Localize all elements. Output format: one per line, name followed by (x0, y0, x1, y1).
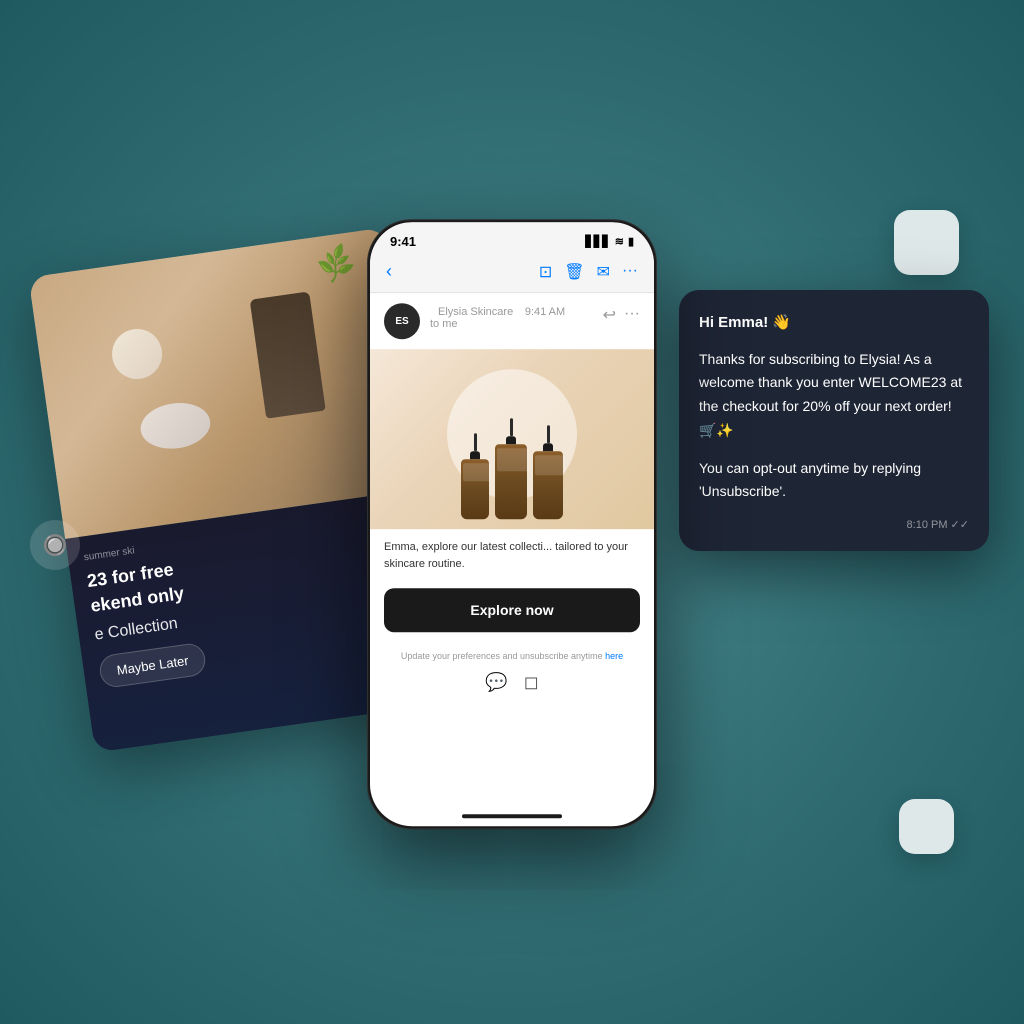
reply-icons: ↩ ··· (603, 305, 640, 325)
phone-mockup: 9:41 ▋▋▋ ≋ ▮ ‹ ⊡ 🗑 ✉ ··· (367, 219, 657, 829)
signal-icon: ▋▋▋ (585, 235, 610, 248)
status-icons: ▋▋▋ ≋ ▮ (585, 235, 634, 248)
sender-to: to me (430, 318, 593, 330)
instagram-icon[interactable]: ◻ (524, 672, 539, 693)
email-hero-image (370, 349, 654, 529)
sender-initials: ES (395, 316, 408, 327)
more-options-icon[interactable]: ··· (624, 305, 640, 325)
archive-icon[interactable]: ⊡ (539, 262, 552, 282)
wifi-icon: ≋ (615, 235, 624, 248)
status-time: 9:41 (390, 234, 416, 249)
mail-icon[interactable]: ✉ (597, 262, 610, 282)
email-footer: Update your preferences and unsubscribe … (370, 642, 654, 699)
sender-avatar: ES (384, 303, 420, 339)
bottle-body-3 (533, 451, 563, 519)
message-greeting: Hi Emma! 👋 (699, 310, 969, 336)
bottle-2 (495, 418, 527, 519)
message-timestamp: 8:10 PM ✓✓ (699, 518, 969, 531)
bottle-body-2 (495, 444, 527, 519)
bottle-1 (461, 433, 489, 519)
email-sender-row: ES Elysia Skincare 9:41 AM to me ↩ ··· (370, 293, 654, 349)
trash-icon[interactable]: 🗑 (564, 262, 584, 282)
battery-icon: ▮ (628, 235, 634, 248)
message-body-2: You can opt-out anytime by replying 'Uns… (699, 457, 969, 505)
bottle-top-2 (506, 436, 516, 444)
skincare-image: 🌿 (28, 227, 421, 539)
circle-icon-decoration: 🔘 (30, 520, 80, 570)
bottle-label-1 (463, 463, 491, 481)
bottle-top-1 (470, 451, 480, 459)
white-square-top (894, 210, 959, 275)
back-button[interactable]: ‹ (386, 261, 392, 282)
dropper-3 (547, 425, 550, 443)
explore-now-button[interactable]: Explore now (384, 588, 640, 632)
more-icon[interactable]: ··· (622, 262, 638, 282)
email-body-text: Emma, explore our latest collecti... tai… (370, 529, 654, 582)
dropper-2 (510, 418, 513, 436)
footer-text: Update your preferences and unsubscribe … (384, 650, 640, 664)
bottle-3 (533, 425, 563, 519)
white-square-bottom (899, 799, 954, 854)
bottle-label-3 (535, 455, 565, 475)
footer-link[interactable]: here (605, 651, 623, 661)
dropper-1 (474, 433, 477, 451)
product-bottles (461, 418, 563, 519)
reply-icon[interactable]: ↩ (603, 305, 616, 325)
circle-emoji: 🔘 (43, 533, 68, 558)
home-bar (462, 814, 562, 818)
phone-frame: 9:41 ▋▋▋ ≋ ▮ ‹ ⊡ 🗑 ✉ ··· (367, 219, 657, 829)
sms-message-card: Hi Emma! 👋 Thanks for subscribing to Ely… (679, 290, 989, 551)
leaf-decoration: 🌿 (313, 241, 359, 287)
message-body-1: Thanks for subscribing to Elysia! As a w… (699, 348, 969, 443)
message-text: Hi Emma! 👋 Thanks for subscribing to Ely… (699, 310, 969, 504)
sender-name: Elysia Skincare 9:41 AM (430, 303, 593, 318)
email-action-icons: ⊡ 🗑 ✉ ··· (539, 262, 638, 282)
whatsapp-icon[interactable]: 💬 (485, 672, 507, 693)
phone-screen: 9:41 ▋▋▋ ≋ ▮ ‹ ⊡ 🗑 ✉ ··· (370, 222, 654, 826)
bottle-label-2 (497, 448, 529, 471)
bottle-body-1 (461, 459, 489, 519)
bottle-top-3 (543, 443, 553, 451)
email-nav-header: ‹ ⊡ 🗑 ✉ ··· (370, 255, 654, 293)
maybe-later-button[interactable]: Maybe Later (98, 642, 208, 689)
stone-shape (138, 399, 214, 453)
social-icons: 💬 ◻ (384, 672, 640, 693)
sender-info: Elysia Skincare 9:41 AM to me (430, 303, 593, 330)
status-bar: 9:41 ▋▋▋ ≋ ▮ (370, 222, 654, 255)
